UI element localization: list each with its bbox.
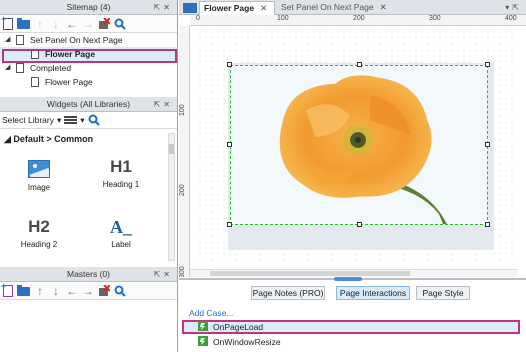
tree-item-flower-page[interactable]: Flower Page [0,47,177,61]
widget-heading-2[interactable]: H2 Heading 2 [2,214,76,249]
indent-icon[interactable]: → [82,285,94,297]
search-icon[interactable] [88,114,100,126]
move-up-icon[interactable]: ↑ [34,18,46,30]
page-icon [16,35,24,45]
event-onwindowresize[interactable]: OnWindowResize [182,335,520,349]
add-page-icon[interactable] [1,14,13,30]
delete-icon[interactable] [98,283,111,297]
close-tab-icon[interactable]: ✕ [260,3,267,13]
delete-icon[interactable] [98,16,111,30]
widget-group-title[interactable]: ◢ Default > Common [4,134,93,145]
move-down-icon[interactable]: ↓ [50,285,62,297]
select-library-label[interactable]: Select Library [2,115,54,125]
sitemap-title: Sitemap (4) [66,2,111,12]
event-lightning-icon [198,336,208,346]
dropdown-arrow-icon[interactable]: ▾ [57,115,61,126]
add-folder-icon[interactable] [17,285,30,296]
widget-heading-1[interactable]: H1 Heading 1 [84,154,158,189]
left-panels: Sitemap (4) ⇱✕ ↑ ↓ ← → ◢ Set Panel On Ne… [0,0,178,352]
tree-item-label: Flower Page [45,49,96,59]
page-tabs-icon[interactable] [183,3,197,13]
widgets-header: Widgets (All Libraries) ⇱✕ [0,97,177,112]
event-lightning-icon [198,321,208,331]
widget-label: Heading 2 [20,240,58,249]
panel-pin-close-icons[interactable]: ⇱✕ [154,97,173,112]
event-onpageload[interactable]: OnPageLoad [182,320,520,334]
sitemap-tree: ◢ Set Panel On Next Page Flower Page ◢ C… [0,33,177,97]
horizontal-ruler: 0 100 200 300 400 [190,15,526,26]
widgets-list: ◢ Default > Common Image H1 Heading 1 H2… [0,129,177,267]
tree-item-completed[interactable]: ◢ Completed [0,61,177,75]
event-label: OnPageLoad [213,322,264,332]
outdent-icon[interactable]: ← [66,18,78,30]
tree-item-label: Set Panel On Next Page [30,35,123,45]
page-icon [31,49,39,59]
outdent-icon[interactable]: ← [66,285,78,297]
tree-item-flower-page-2[interactable]: Flower Page [0,75,177,89]
caret-down-icon[interactable]: ◢ [5,33,10,47]
tree-item-label: Completed [30,63,72,73]
tab-dropdown-icons[interactable]: ▾⇱ [505,0,522,15]
flower-image [279,75,447,224]
design-canvas[interactable]: 0 100 200 300 400 100 200 300 [179,15,526,277]
heading1-icon: H1 [110,157,132,176]
canvas-horizontal-scrollbar[interactable] [190,269,518,277]
vertical-ruler: 100 200 300 [179,26,190,277]
sitemap-toolbar: ↑ ↓ ← → [0,14,177,33]
event-label: OnWindowResize [213,337,281,347]
masters-list [0,300,177,352]
image-icon [28,160,50,178]
widget-label-item[interactable]: A_ Label [84,214,158,249]
widget-label: Label [111,240,131,249]
resize-handle[interactable] [227,142,232,147]
add-folder-icon[interactable] [17,18,30,29]
resize-handle[interactable] [227,222,232,227]
library-selector[interactable]: Select Library ▾ ▾ [0,112,177,129]
dropdown-arrow-icon[interactable]: ▾ [80,115,84,126]
indent-icon[interactable]: → [82,18,94,30]
masters-toolbar: ↑ ↓ ← → [0,281,177,300]
add-master-icon[interactable] [1,281,13,297]
caret-down-icon[interactable]: ◢ [5,61,10,75]
resize-handle[interactable] [485,62,490,67]
tree-item-label: Flower Page [45,77,93,87]
editor-area: Flower Page ✕ Set Panel On Next Page ✕ ▾⇱ … [179,0,526,352]
tab-page-interactions[interactable]: Page Interactions [336,286,410,300]
panel-splitter-handle[interactable] [334,277,362,281]
tab-page-style[interactable]: Page Style [416,286,470,300]
resize-handle[interactable] [485,222,490,227]
heading2-icon: H2 [28,217,50,236]
label-icon: A_ [110,217,132,237]
widget-label: Image [27,183,51,192]
panel-pin-close-icons[interactable]: ⇱✕ [154,0,173,15]
widget-image[interactable]: Image [2,157,76,192]
resize-handle[interactable] [357,62,362,67]
close-tab-icon[interactable]: ✕ [380,2,387,12]
panel-pin-close-icons[interactable]: ⇱✕ [154,267,173,282]
widget-label: Heading 1 [102,180,140,189]
sitemap-header: Sitemap (4) ⇱✕ [0,0,177,15]
resize-handle[interactable] [485,142,490,147]
widgets-title: Widgets (All Libraries) [46,99,131,109]
add-case-link[interactable]: Add Case... [189,308,233,318]
move-up-icon[interactable]: ↑ [34,285,46,297]
menu-icon[interactable] [64,116,78,124]
masters-title: Masters (0) [67,269,110,279]
page-icon [31,77,39,87]
tab-flower-page[interactable]: Flower Page ✕ [199,1,275,15]
editor-tabbar: Flower Page ✕ Set Panel On Next Page ✕ ▾⇱ [179,0,526,15]
search-icon[interactable] [114,18,126,30]
flower-image-widget[interactable] [230,65,488,225]
resize-handle[interactable] [357,222,362,227]
search-icon[interactable] [114,285,126,297]
move-down-icon[interactable]: ↓ [50,18,62,30]
masters-header: Masters (0) ⇱✕ [0,267,177,282]
resize-handle[interactable] [227,62,232,67]
tree-item-set-panel[interactable]: ◢ Set Panel On Next Page [0,33,177,47]
page-icon [16,63,24,73]
widgets-scrollbar[interactable] [168,133,175,261]
interactions-panel: Page Notes (PRO) Page Interactions Page … [179,277,526,352]
tab-set-panel[interactable]: Set Panel On Next Page ✕ [277,1,389,15]
tab-page-notes[interactable]: Page Notes (PRO) [251,286,325,300]
